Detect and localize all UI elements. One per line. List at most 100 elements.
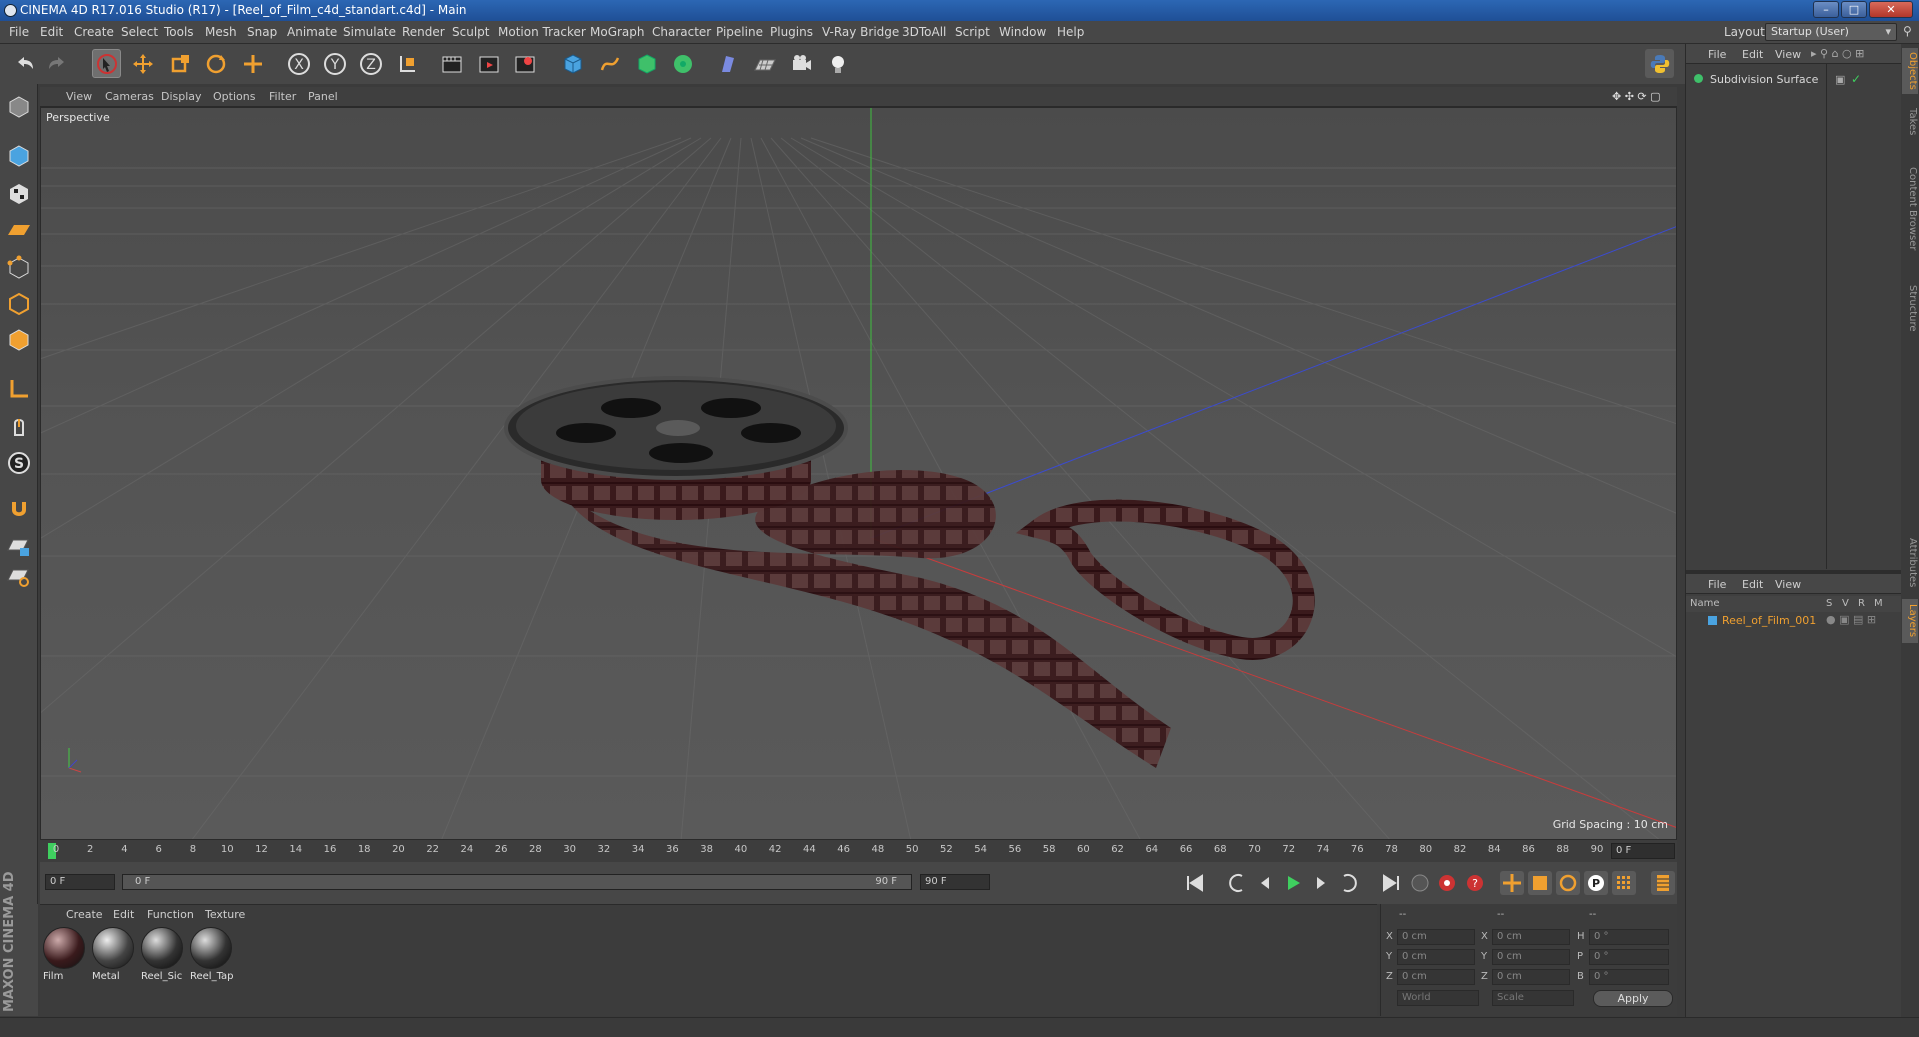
render-view-icon[interactable] (437, 49, 466, 78)
perspective-viewport[interactable]: Perspective Grid Spacing : 10 cm (40, 107, 1677, 840)
viewport-menu-cameras[interactable]: Cameras (105, 90, 154, 103)
menu-create[interactable]: Create (74, 25, 114, 39)
tab-attributes[interactable]: Attributes (1902, 531, 1918, 595)
redo-icon[interactable] (42, 49, 71, 78)
go-to-end-icon[interactable] (1379, 871, 1403, 895)
menu-sculpt[interactable]: Sculpt (452, 25, 489, 39)
current-frame-field[interactable]: 0 F (1611, 843, 1675, 859)
workplane-mode-icon[interactable] (4, 215, 34, 245)
key-position-icon[interactable] (1500, 871, 1524, 895)
menu-tools[interactable]: Tools (164, 25, 194, 39)
transform-icon[interactable] (238, 49, 267, 78)
tweak-mode-icon[interactable] (4, 411, 34, 441)
timeline-ruler[interactable]: 0 2 4 6 8 10 12 14 16 18 20 22 24 26 28 30 32 34 36 38 40 42 4… (40, 840, 1677, 862)
camera-icon[interactable] (787, 49, 816, 78)
texture-mode-icon[interactable] (4, 179, 34, 209)
polygons-mode-icon[interactable] (4, 325, 34, 355)
menu-vray-bridge[interactable]: V-Ray Bridge (822, 25, 899, 39)
key-pla-icon[interactable] (1612, 871, 1636, 895)
coord-size-mode-select[interactable]: Scale (1492, 990, 1574, 1006)
material-menu-texture[interactable]: Texture (205, 908, 245, 921)
object-visibility-icon[interactable]: ▣ (1835, 73, 1845, 86)
viewport-menu-options[interactable]: Options (213, 90, 255, 103)
objects-menu-file[interactable]: File (1708, 48, 1726, 61)
next-keyframe-icon[interactable] (1337, 871, 1361, 895)
menu-select[interactable]: Select (121, 25, 158, 39)
search-icon[interactable]: ⚲ (1903, 24, 1912, 38)
snap-magnet-icon[interactable] (4, 494, 34, 524)
go-to-start-icon[interactable] (1183, 871, 1207, 895)
layers-menu-view[interactable]: View (1775, 578, 1801, 591)
make-editable-icon[interactable] (4, 92, 34, 122)
points-mode-icon[interactable] (4, 253, 34, 283)
film-reel-model[interactable] (504, 376, 1315, 768)
coord-space-select[interactable]: World (1397, 990, 1479, 1006)
menu-mograph[interactable]: MoGraph (590, 25, 645, 39)
tab-objects[interactable]: Objects (1902, 48, 1918, 94)
material-film[interactable]: Film (43, 927, 87, 987)
play-icon[interactable] (1281, 871, 1305, 895)
menu-3dtoall[interactable]: 3DToAll (902, 25, 946, 39)
viewport-menu-display[interactable]: Display (161, 90, 202, 103)
apply-button[interactable]: Apply (1593, 990, 1673, 1007)
key-parameter-icon[interactable]: P (1584, 871, 1608, 895)
menu-animate[interactable]: Animate (287, 25, 337, 39)
key-rotation-icon[interactable] (1556, 871, 1580, 895)
menu-motion-tracker[interactable]: Motion Tracker (498, 25, 586, 39)
tab-layers[interactable]: Layers (1902, 599, 1918, 643)
y-axis-lock-icon[interactable]: Y (320, 49, 349, 78)
live-selection-icon[interactable] (92, 49, 121, 78)
size-x-field[interactable]: 0 cm (1492, 929, 1570, 945)
next-frame-icon[interactable] (1309, 871, 1333, 895)
menu-plugins[interactable]: Plugins (770, 25, 813, 39)
objects-menu-view[interactable]: View (1775, 48, 1801, 61)
menu-snap[interactable]: Snap (247, 25, 277, 39)
pen-spline-icon[interactable] (595, 49, 624, 78)
objects-menu-edit[interactable]: Edit (1742, 48, 1763, 61)
range-slider[interactable]: 0 F 90 F (122, 874, 912, 890)
objects-toolbar-icons[interactable]: ▸ ⚲ ⌂ ○ ⊞ (1811, 47, 1864, 60)
minimize-button[interactable]: – (1813, 1, 1839, 18)
material-menu-function[interactable]: Function (147, 908, 194, 921)
layer-color-swatch[interactable] (1708, 616, 1717, 625)
cube-icon[interactable] (558, 49, 587, 78)
menu-window[interactable]: Window (999, 25, 1046, 39)
layer-toggle-icons[interactable]: ● ▣ ▤ ⊞ (1826, 613, 1876, 626)
timeline-window-icon[interactable] (1651, 871, 1675, 895)
tab-structure[interactable]: Structure (1902, 278, 1918, 338)
rotate-icon[interactable] (201, 49, 230, 78)
rot-b-field[interactable]: 0 ° (1589, 969, 1669, 985)
menu-pipeline[interactable]: Pipeline (716, 25, 763, 39)
tab-content-browser[interactable]: Content Browser (1902, 144, 1918, 274)
material-menu-create[interactable]: Create (66, 908, 103, 921)
tab-takes[interactable]: Takes (1902, 104, 1918, 140)
axis-mode-icon[interactable] (4, 374, 34, 404)
size-z-field[interactable]: 0 cm (1492, 969, 1570, 985)
size-y-field[interactable]: 0 cm (1492, 949, 1570, 965)
pos-y-field[interactable]: 0 cm (1397, 949, 1475, 965)
pos-z-field[interactable]: 0 cm (1397, 969, 1475, 985)
array-icon[interactable] (668, 49, 697, 78)
move-icon[interactable] (128, 49, 157, 78)
menu-mesh[interactable]: Mesh (205, 25, 237, 39)
menu-render[interactable]: Render (402, 25, 445, 39)
viewport-menu-filter[interactable]: Filter (269, 90, 296, 103)
previous-frame-icon[interactable] (1253, 871, 1277, 895)
python-icon[interactable] (1645, 49, 1674, 78)
material-reel-side[interactable]: Reel_Sic (141, 927, 185, 987)
workplane-snap-icon[interactable] (4, 562, 34, 592)
previous-keyframe-icon[interactable] (1225, 871, 1249, 895)
menu-help[interactable]: Help (1057, 25, 1084, 39)
menu-file[interactable]: File (9, 25, 29, 39)
material-metal[interactable]: Metal (92, 927, 136, 987)
viewport-menu-panel[interactable]: Panel (308, 90, 338, 103)
material-reel-tape[interactable]: Reel_Tap (190, 927, 234, 987)
viewport-nav-icons[interactable]: ✥ ✣ ⟳ ▢ (1612, 90, 1661, 103)
light-icon[interactable] (823, 49, 852, 78)
start-frame-field[interactable]: 0 F (45, 874, 115, 890)
menu-edit[interactable]: Edit (40, 25, 63, 39)
rot-p-field[interactable]: 0 ° (1589, 949, 1669, 965)
z-axis-lock-icon[interactable]: Z (356, 49, 385, 78)
object-row-subdivision-surface[interactable]: Subdivision Surface ▣ ✓ (1690, 72, 1890, 88)
material-menu-edit[interactable]: Edit (113, 908, 134, 921)
